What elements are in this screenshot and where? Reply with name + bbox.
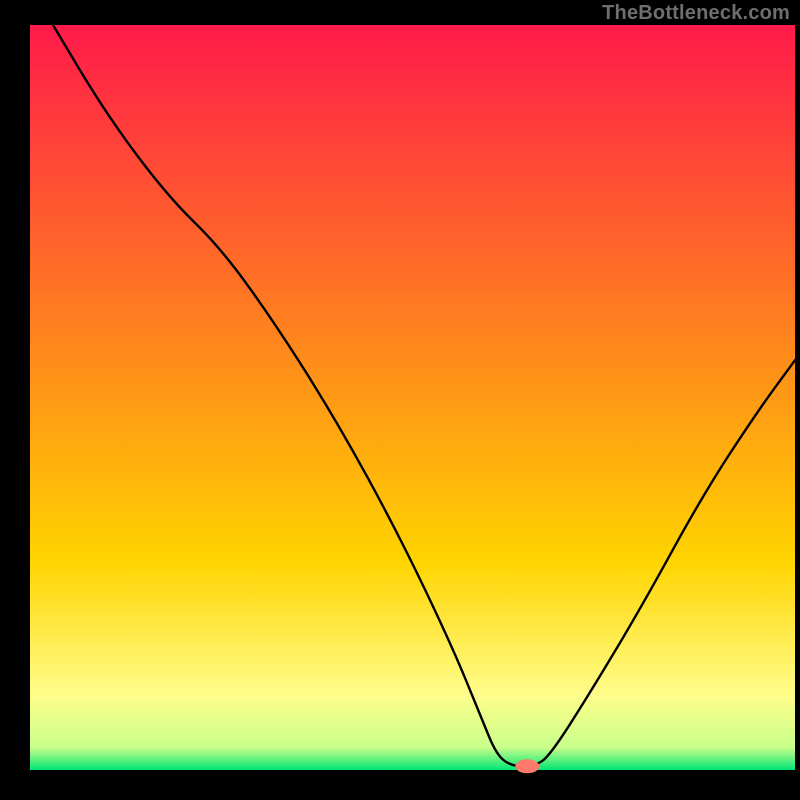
plot-area — [30, 25, 795, 770]
bottleneck-chart — [0, 0, 800, 800]
optimal-point-marker — [515, 759, 539, 773]
watermark-text: TheBottleneck.com — [602, 2, 790, 25]
chart-container: TheBottleneck.com — [0, 0, 800, 800]
